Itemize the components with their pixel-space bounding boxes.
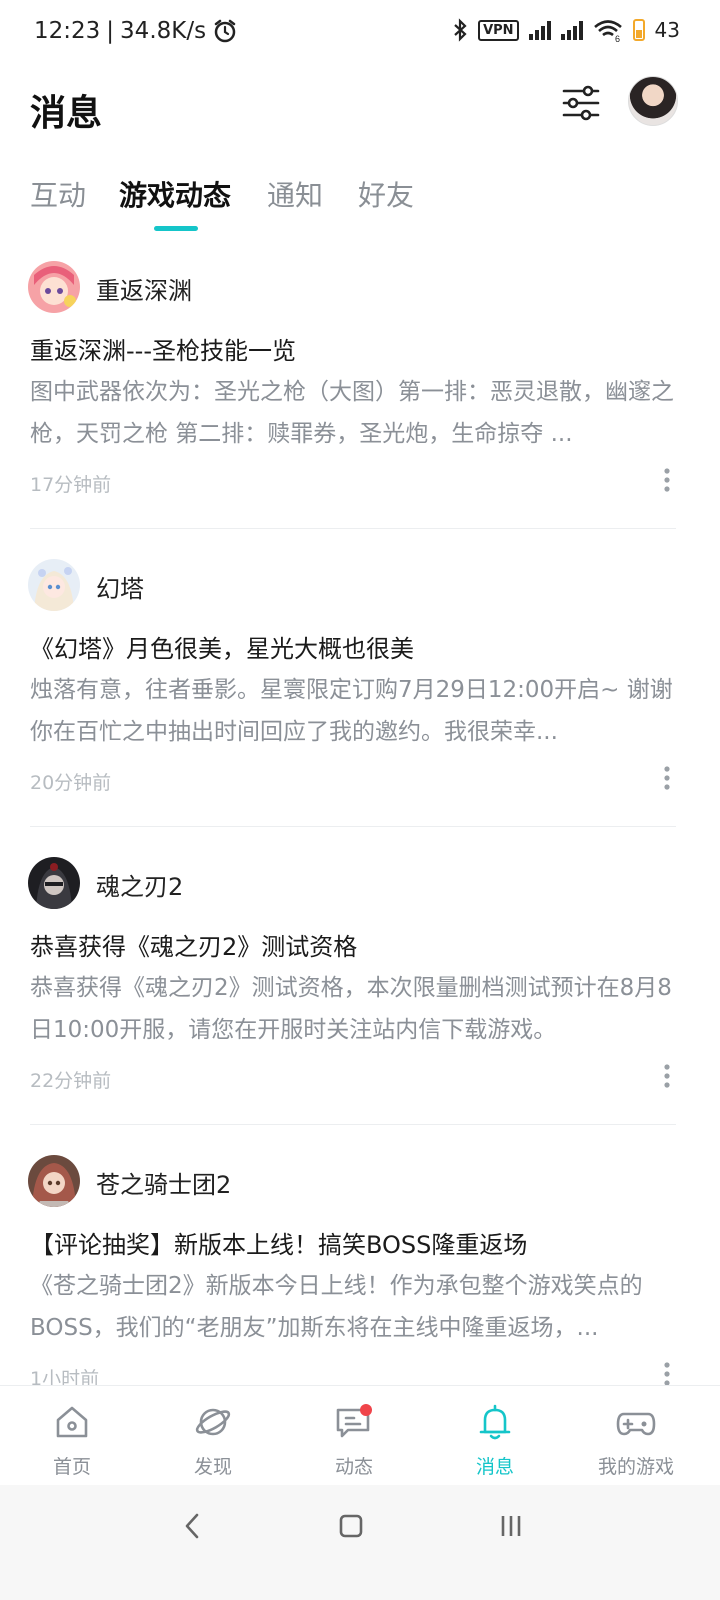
more-options-button[interactable] [652,465,682,495]
post-time: 1小时前 [30,1368,100,1385]
more-options-button[interactable] [652,1359,682,1385]
sliders-icon [562,85,600,121]
post-title[interactable]: 《幻塔》月色很美，星光大概也很美 [30,629,690,664]
tab-notifications[interactable]: 通知 [267,174,323,214]
game-avatar-image [28,559,80,611]
game-updates-feed: 重返深渊 重返深渊---圣枪技能一览 图中武器依次为：圣光之枪（大图）第一排：恶… [0,255,720,1385]
post-time: 17分钟前 [30,474,112,496]
tab-interaction[interactable]: 互动 [30,174,86,214]
status-time: 12:23 [34,18,101,44]
status-separator: | [106,18,115,44]
home-square-icon[interactable] [336,1511,366,1541]
post-excerpt[interactable]: 图中武器依次为：圣光之枪（大图）第一排：恶灵退散，幽邃之枪，天罚之枪 第二排：赎… [30,371,680,455]
battery-level: 43 [654,18,680,42]
filter-settings-button[interactable] [560,82,602,124]
divider [30,826,676,827]
user-avatar[interactable] [628,76,678,126]
nav-discover-label: 发现 [193,1456,232,1478]
game-avatar[interactable] [28,559,80,611]
game-name[interactable]: 重返深渊 [96,271,192,306]
more-vertical-icon [664,1064,670,1088]
tab-game-updates[interactable]: 游戏动态 [119,174,231,214]
wifi-label: 6 [615,34,620,42]
more-options-button[interactable] [652,1061,682,1091]
nav-home-label: 首页 [52,1456,91,1478]
nav-feed[interactable]: 动态 [282,1386,426,1486]
bluetooth-icon [454,18,467,42]
nav-messages-label: 消息 [475,1456,514,1478]
feed-card[interactable]: 幻塔 《幻塔》月色很美，星光大概也很美 烛落有意，往者垂影。星寰限定订购7月29… [0,553,720,851]
game-avatar-image [28,1155,80,1207]
game-name[interactable]: 魂之刃2 [96,867,183,902]
system-navigation-bar [0,1485,720,1600]
game-avatar-image [28,261,80,313]
nav-my-games[interactable]: 我的游戏 [564,1386,708,1486]
notification-dot [360,1404,372,1416]
status-speed: 34.8K/s [120,18,207,44]
feed-card[interactable]: 重返深渊 重返深渊---圣枪技能一览 图中武器依次为：圣光之枪（大图）第一排：恶… [0,255,720,553]
nav-home[interactable]: 首页 [0,1386,144,1486]
post-title[interactable]: 重返深渊---圣枪技能一览 [30,331,690,366]
more-options-button[interactable] [652,763,682,793]
planet-icon [195,1408,231,1436]
post-time: 22分钟前 [30,1070,112,1092]
status-bar: 12:23 | 34.8K/s VPN 6 43 [0,0,720,68]
tab-friends[interactable]: 好友 [358,174,414,214]
back-icon[interactable] [178,1511,208,1541]
more-vertical-icon [664,1362,670,1385]
post-title[interactable]: 恭喜获得《魂之刃2》测试资格 [30,927,690,962]
post-title[interactable]: 【评论抽奖】新版本上线！搞笑BOSS隆重返场 [30,1225,690,1260]
post-excerpt[interactable]: 《苍之骑士团2》新版本今日上线！作为承包整个游戏笑点的BOSS，我们的“老朋友”… [30,1265,680,1349]
game-avatar[interactable] [28,261,80,313]
divider [30,528,676,529]
header: 消息 [0,70,720,140]
nav-feed-label: 动态 [334,1456,373,1478]
recent-apps-icon[interactable] [496,1511,526,1541]
feed-card[interactable]: 魂之刃2 恭喜获得《魂之刃2》测试资格 恭喜获得《魂之刃2》测试资格，本次限量删… [0,851,720,1149]
battery-icon [632,19,645,41]
game-avatar-image [28,857,80,909]
nav-my-games-label: 我的游戏 [597,1456,674,1478]
signal-icon-1 [528,20,551,40]
nav-messages[interactable]: 消息 [423,1386,567,1486]
status-right: VPN 6 43 [452,18,680,42]
game-name[interactable]: 苍之骑士团2 [96,1165,231,1200]
alarm-icon [214,19,236,43]
game-avatar[interactable] [28,1155,80,1207]
home-icon [56,1406,88,1438]
vpn-badge: VPN [478,19,519,41]
gamepad-icon [616,1412,656,1436]
more-vertical-icon [664,468,670,492]
post-time: 20分钟前 [30,772,112,794]
chat-icon [336,1404,372,1438]
bottom-navigation: 首页 发现 动态 消息 我的游戏 [0,1385,720,1485]
game-avatar[interactable] [28,857,80,909]
wifi-icon: 6 [593,20,622,42]
page-title: 消息 [30,93,103,134]
more-vertical-icon [664,766,670,790]
nav-discover[interactable]: 发现 [141,1386,285,1486]
status-left: 12:23 | 34.8K/s [34,18,238,44]
post-excerpt[interactable]: 烛落有意，往者垂影。星寰限定订购7月29日12:00开启~ 谢谢你在百忙之中抽出… [30,669,680,753]
divider [30,1124,676,1125]
active-tab-indicator [154,226,198,231]
game-name[interactable]: 幻塔 [96,569,144,604]
signal-icon-2 [560,20,583,40]
message-tabs: 互动 游戏动态 通知 好友 [0,168,720,238]
bell-icon [479,1404,511,1440]
feed-card[interactable]: 苍之骑士团2 【评论抽奖】新版本上线！搞笑BOSS隆重返场 《苍之骑士团2》新版… [0,1149,720,1385]
post-excerpt[interactable]: 恭喜获得《魂之刃2》测试资格，本次限量删档测试预计在8月8日10:00开服，请您… [30,967,680,1051]
